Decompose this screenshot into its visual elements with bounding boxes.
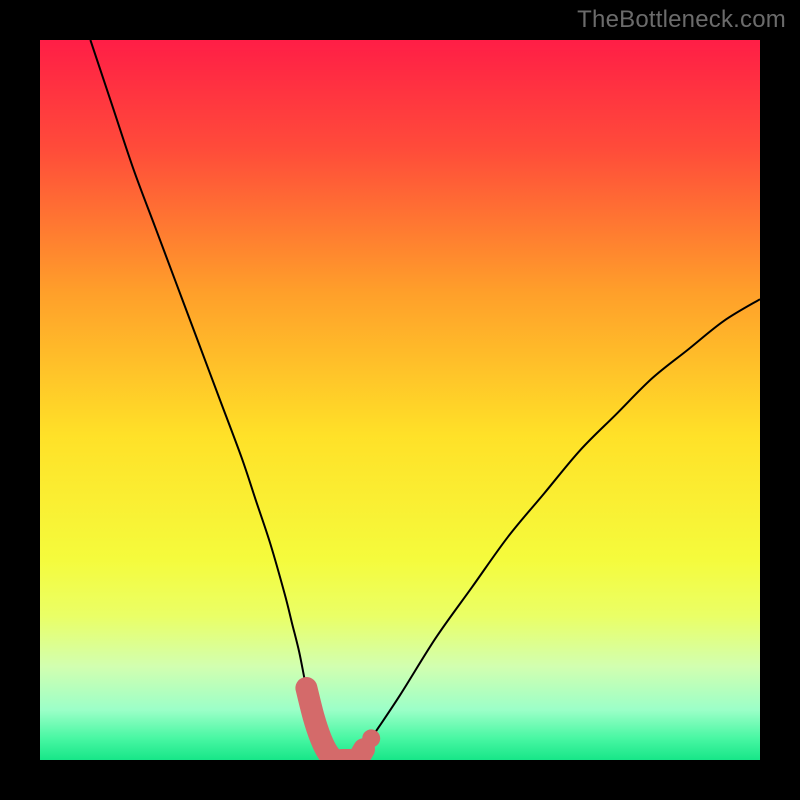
chart-frame: TheBottleneck.com xyxy=(0,0,800,800)
bottleneck-chart xyxy=(40,40,760,760)
bottom-highlight-dot xyxy=(362,729,380,747)
watermark-text: TheBottleneck.com xyxy=(577,6,786,34)
chart-background xyxy=(40,40,760,760)
